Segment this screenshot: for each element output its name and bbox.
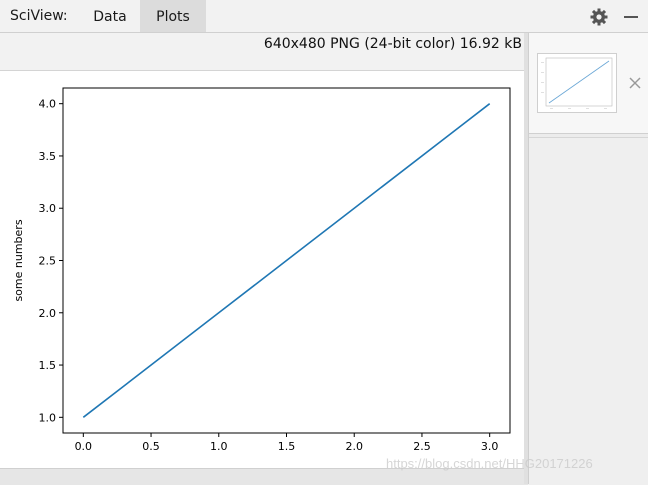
sciview-label: SciView: xyxy=(10,8,68,24)
y-tick-label: 1.5 xyxy=(39,359,57,372)
close-icon xyxy=(629,77,641,89)
y-tick-label: 2.5 xyxy=(39,255,57,268)
plot-thumbnail[interactable] xyxy=(537,53,617,113)
x-tick-label: 0.0 xyxy=(75,440,93,453)
minimize-icon xyxy=(624,16,638,18)
y-tick-label: 3.0 xyxy=(39,202,57,215)
settings-button[interactable] xyxy=(588,6,610,28)
thumbnail-preview xyxy=(541,57,613,109)
tab-data[interactable]: Data xyxy=(82,0,138,32)
thumbnail-item[interactable] xyxy=(529,33,648,134)
tool-window-header: SciView: Data Plots xyxy=(0,0,648,33)
y-tick-label: 1.0 xyxy=(39,411,57,424)
gear-icon xyxy=(590,8,608,26)
plot-chart: 0.0 0.5 1.0 1.5 2.0 2.5 3.0 1.0 1.5 2.0 2.5 3.0 3.5 4… xyxy=(0,71,524,469)
x-tick-label: 2.0 xyxy=(345,440,363,453)
tab-plots[interactable]: Plots xyxy=(140,0,206,32)
image-info-bar: 640x480 PNG (24-bit color) 16.92 kB xyxy=(0,33,528,59)
thumbnail-panel xyxy=(528,33,648,485)
plot-viewer[interactable]: 0.0 0.5 1.0 1.5 2.0 2.5 3.0 1.0 1.5 2.0 2.5 3.0 3.5 4… xyxy=(0,70,524,469)
x-tick-label: 3.0 xyxy=(481,440,499,453)
y-tick-label: 2.0 xyxy=(39,307,57,320)
x-tick-label: 0.5 xyxy=(142,440,160,453)
thumbnail-list-area xyxy=(529,137,648,485)
x-tick-label: 1.5 xyxy=(278,440,296,453)
y-tick-label: 3.5 xyxy=(39,150,57,163)
x-tick-label: 2.5 xyxy=(413,440,431,453)
y-tick-label: 4.0 xyxy=(39,98,57,111)
y-axis-label: some numbers xyxy=(12,219,25,301)
watermark: https://blog.csdn.net/HHG20171226 xyxy=(386,456,593,471)
image-info-text: 640x480 PNG (24-bit color) 16.92 kB xyxy=(263,36,522,52)
minimize-button[interactable] xyxy=(622,8,640,26)
thumbnail-close-button[interactable] xyxy=(628,75,642,89)
x-tick-label: 1.0 xyxy=(210,440,228,453)
